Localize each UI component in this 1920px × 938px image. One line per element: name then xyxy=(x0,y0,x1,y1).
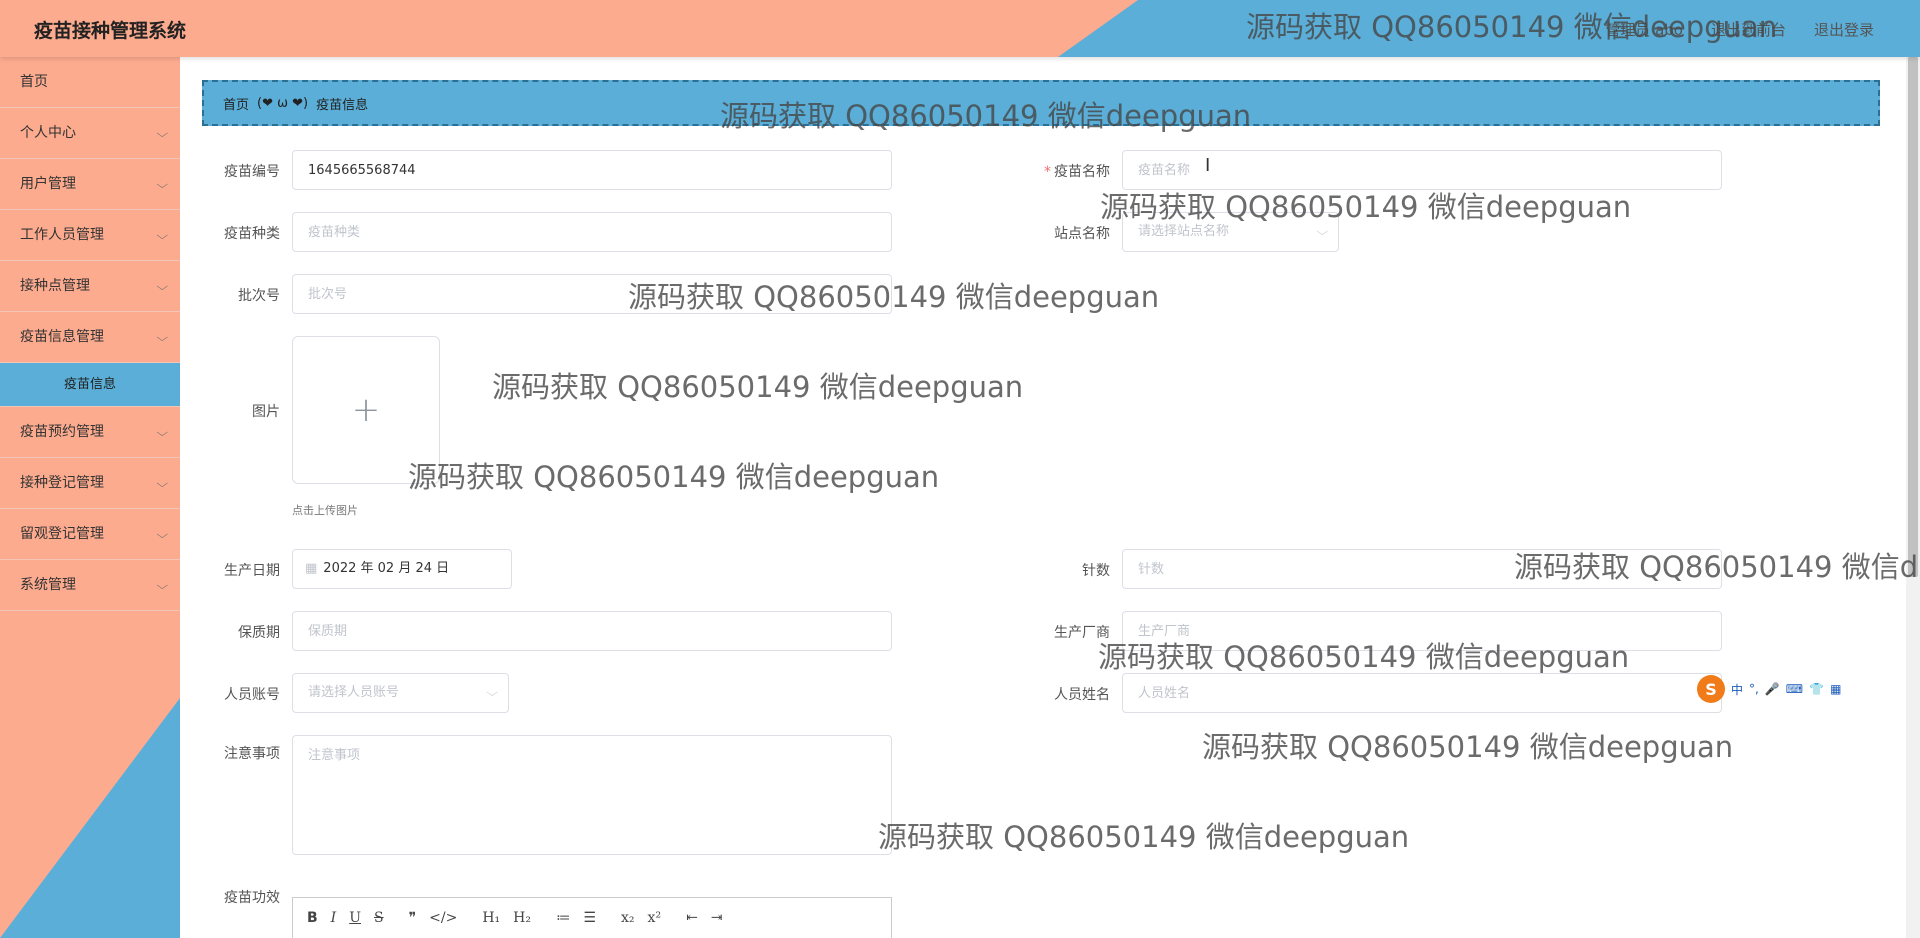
sidebar-item-site-management[interactable]: 接种点管理 ⌵ xyxy=(0,261,180,312)
top-header: 疫苗接种管理系统 管理员 abo 退出到前台 退出登录 xyxy=(0,0,1920,57)
superscript-icon[interactable]: x² xyxy=(648,910,662,926)
bullet-list-icon[interactable]: ☰ xyxy=(583,910,596,926)
microphone-icon[interactable]: 🎤 xyxy=(1765,682,1780,696)
watermark: 源码获取 QQ86050149 微信deepguan xyxy=(1202,730,1734,764)
sidebar-item-personal-center[interactable]: 个人中心 ⌵ xyxy=(0,108,180,159)
production-date-picker[interactable]: ▦ 2022 年 02 月 24 日 xyxy=(292,549,512,589)
doses-label: 针数 xyxy=(1082,563,1110,579)
production-date-label: 生产日期 xyxy=(224,563,280,579)
header-links: 管理员 abo 退出到前台 退出登录 xyxy=(1605,19,1874,40)
heading2-icon[interactable]: H₂ xyxy=(513,910,531,926)
staff-name-input[interactable] xyxy=(1122,673,1722,713)
doses-input[interactable] xyxy=(1122,549,1722,589)
vaccine-name-input[interactable] xyxy=(1122,150,1722,190)
chevron-down-icon: ⌵ xyxy=(155,229,168,242)
sidebar-item-appointment-management[interactable]: 疫苗预约管理 ⌵ xyxy=(0,407,180,458)
chevron-down-icon: ⌵ xyxy=(155,477,168,490)
indent-icon[interactable]: ⇥ xyxy=(711,910,723,926)
calendar-icon: ▦ xyxy=(305,561,318,576)
blockquote-icon[interactable]: ❞ xyxy=(409,910,417,926)
toolbox-icon[interactable]: ▦ xyxy=(1830,682,1841,696)
heading1-icon[interactable]: H₁ xyxy=(482,910,500,926)
vaccine-type-label: 疫苗种类 xyxy=(224,226,280,242)
sidebar-item-system-management[interactable]: 系统管理 ⌵ xyxy=(0,560,180,611)
ime-toolbar: S 中 °, 🎤 ⌨ 👕 ▦ xyxy=(1697,675,1877,703)
watermark: 源码获取 QQ86050149 微信deepguan xyxy=(408,460,940,494)
sidebar-blue-shape xyxy=(0,698,180,938)
sidebar-item-vaccination-registration[interactable]: 接种登记管理 ⌵ xyxy=(0,458,180,509)
breadcrumb-current: 疫苗信息 xyxy=(316,97,369,113)
image-upload-button[interactable]: + xyxy=(292,336,440,484)
punctuation-icon[interactable]: °, xyxy=(1749,682,1759,696)
vaccine-no-input[interactable] xyxy=(292,150,892,190)
staff-name-label: 人员姓名 xyxy=(1054,687,1110,703)
bold-icon[interactable]: B xyxy=(307,910,318,926)
breadcrumb: 首页 (❤ ω ❤) 疫苗信息 xyxy=(202,80,1880,126)
chinese-mode-icon[interactable]: 中 xyxy=(1731,681,1743,698)
skin-icon[interactable]: 👕 xyxy=(1809,682,1824,696)
manufacturer-input[interactable] xyxy=(1122,611,1722,651)
breadcrumb-home[interactable]: 首页 xyxy=(223,94,249,113)
sidebar: 首页 个人中心 ⌵ 用户管理 ⌵ 工作人员管理 ⌵ 接种点管理 ⌵ 疫苗信息管理 ⌵ 疫苗… xyxy=(0,57,180,938)
batch-no-input[interactable] xyxy=(292,274,892,314)
scrollbar-thumb[interactable] xyxy=(1908,57,1918,577)
staff-account-select[interactable]: 请选择人员账号 ⌵ xyxy=(292,673,509,713)
app-title: 疫苗接种管理系统 xyxy=(34,20,187,42)
chevron-down-icon: ⌵ xyxy=(155,426,168,439)
chevron-down-icon: ⌵ xyxy=(155,528,168,541)
keyboard-icon[interactable]: ⌨ xyxy=(1786,682,1803,696)
breadcrumb-separator: (❤ ω ❤) xyxy=(257,95,309,111)
user-info: 管理员 abo xyxy=(1605,21,1683,39)
logout-link[interactable]: 退出登录 xyxy=(1814,19,1874,40)
chevron-down-icon: ⌵ xyxy=(485,686,498,699)
chevron-down-icon: ⌵ xyxy=(155,280,168,293)
back-to-frontend-link[interactable]: 退出到前台 xyxy=(1711,19,1786,40)
sidebar-item-staff-management[interactable]: 工作人员管理 ⌵ xyxy=(0,210,180,261)
watermark: 源码获取 QQ86050149 微信deepguan xyxy=(878,820,1410,854)
manufacturer-label: 生产厂商 xyxy=(1054,625,1110,641)
text-cursor-icon: I xyxy=(1205,155,1211,176)
sidebar-item-user-management[interactable]: 用户管理 ⌵ xyxy=(0,159,180,210)
sidebar-item-observation-registration[interactable]: 留观登记管理 ⌵ xyxy=(0,509,180,560)
chevron-down-icon: ⌵ xyxy=(1315,225,1328,238)
upload-tip: 点击上传图片 xyxy=(292,504,358,517)
shelf-life-input[interactable] xyxy=(292,611,892,651)
shelf-life-label: 保质期 xyxy=(238,625,280,641)
ordered-list-icon[interactable]: ≔ xyxy=(556,910,570,926)
outdent-icon[interactable]: ⇤ xyxy=(686,910,698,926)
image-label: 图片 xyxy=(252,404,280,420)
notes-label: 注意事项 xyxy=(224,746,280,762)
subscript-icon[interactable]: x₂ xyxy=(621,910,635,926)
site-name-select[interactable]: 请选择站点名称 ⌵ xyxy=(1122,212,1339,252)
sogou-logo-icon[interactable]: S xyxy=(1697,675,1725,703)
code-block-icon[interactable]: </> xyxy=(429,910,457,926)
batch-no-label: 批次号 xyxy=(238,288,280,304)
chevron-down-icon: ⌵ xyxy=(155,579,168,592)
rich-text-toolbar: B I U S ❞ </> H₁ H₂ ≔ ☰ x₂ x² ⇤ ⇥ xyxy=(292,897,892,938)
vaccine-type-input[interactable] xyxy=(292,212,892,252)
chevron-down-icon: ⌵ xyxy=(155,127,168,140)
site-name-label: 站点名称 xyxy=(1054,226,1110,242)
chevron-down-icon: ⌵ xyxy=(155,178,168,191)
chevron-up-icon: ⌵ xyxy=(155,331,168,344)
notes-textarea[interactable] xyxy=(292,735,892,855)
strikethrough-icon[interactable]: S xyxy=(374,910,384,926)
watermark: 源码获取 QQ86050149 微信deepguan xyxy=(492,370,1024,404)
staff-account-label: 人员账号 xyxy=(224,687,280,703)
sidebar-subitem-vaccine-info[interactable]: 疫苗信息 xyxy=(0,363,180,407)
efficacy-label: 疫苗功效 xyxy=(224,890,280,906)
vaccine-no-label: 疫苗编号 xyxy=(224,164,280,180)
plus-icon: + xyxy=(351,390,381,430)
underline-icon[interactable]: U xyxy=(349,910,361,926)
italic-icon[interactable]: I xyxy=(331,910,337,926)
vaccine-name-label: * 疫苗名称 xyxy=(1044,164,1110,180)
sidebar-item-home[interactable]: 首页 xyxy=(0,57,180,108)
sidebar-item-vaccine-info-management[interactable]: 疫苗信息管理 ⌵ xyxy=(0,312,180,363)
